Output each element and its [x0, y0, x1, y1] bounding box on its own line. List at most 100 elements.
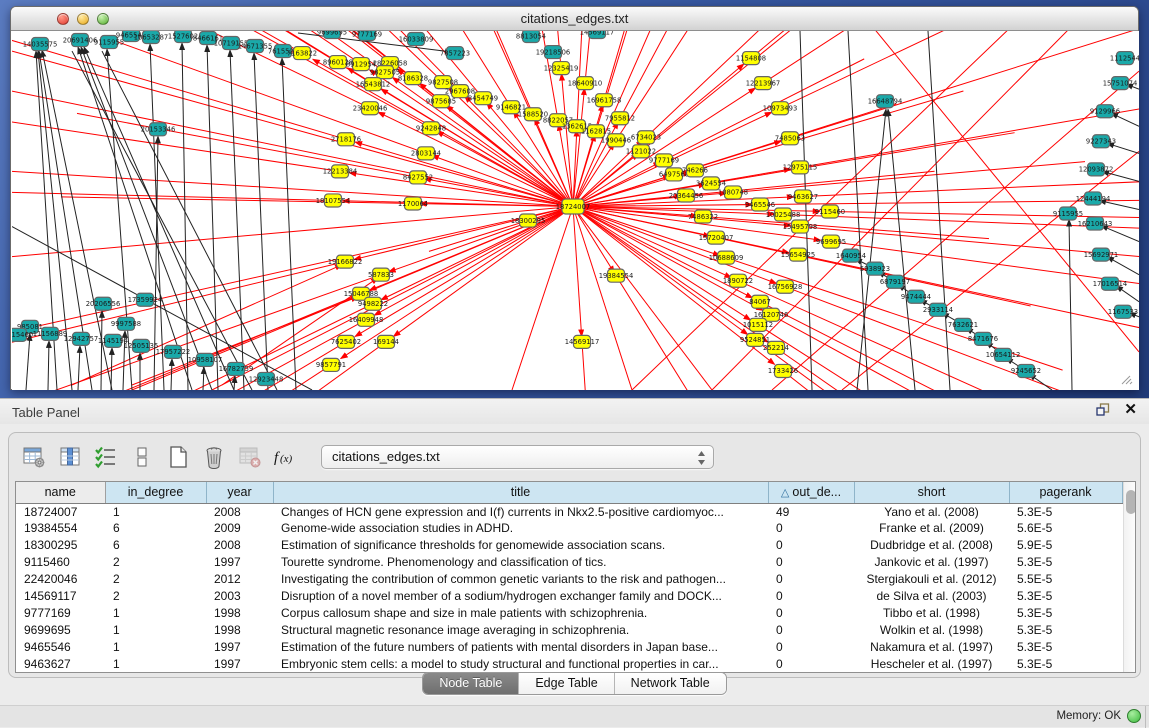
scrollbar-thumb[interactable] [1126, 490, 1136, 514]
cell-in_degree[interactable]: 6 [105, 520, 206, 537]
red-edge[interactable] [695, 91, 963, 170]
cell-title[interactable]: Estimation of significance thresholds fo… [273, 537, 768, 554]
cell-name[interactable]: 14569117 [16, 587, 105, 604]
cell-pagerank[interactable]: 5.3E-5 [1009, 554, 1122, 571]
black-edge[interactable] [111, 348, 112, 390]
table-row[interactable]: 946554611997Estimation of the future num… [16, 638, 1122, 655]
table-row[interactable]: 1830029562008Estimation of significance … [16, 537, 1122, 554]
table-selector-dropdown[interactable]: citations_edges.txt [321, 445, 714, 469]
cell-pagerank[interactable]: 5.3E-5 [1009, 587, 1122, 604]
cell-name[interactable]: 22420046 [16, 571, 105, 588]
cell-year[interactable]: 1997 [206, 638, 273, 655]
cell-title[interactable]: Disruption of a novel member of a sodium… [273, 587, 768, 604]
cell-name[interactable]: 18300295 [16, 537, 105, 554]
citation-network-graph[interactable]: 1403557520691406911595594655461065328715… [12, 31, 1139, 390]
cell-out_degree[interactable]: 0 [768, 554, 854, 571]
tab-network-table[interactable]: Network Table [615, 673, 726, 694]
cell-pagerank[interactable]: 5.3E-5 [1009, 638, 1122, 655]
cell-title[interactable]: Genome-wide association studies in ADHD. [273, 520, 768, 537]
red-edge[interactable] [573, 206, 582, 336]
red-edge[interactable] [751, 31, 1139, 58]
column-header-name[interactable]: name [16, 482, 105, 503]
cell-in_degree[interactable]: 2 [105, 571, 206, 588]
black-edge[interactable] [282, 58, 296, 390]
cell-year[interactable]: 2008 [206, 503, 273, 520]
red-edge[interactable] [341, 206, 573, 358]
cell-in_degree[interactable]: 2 [105, 587, 206, 604]
red-edge[interactable] [355, 142, 573, 206]
black-edge[interactable] [101, 311, 102, 390]
cell-year[interactable]: 1998 [206, 621, 273, 638]
cell-pagerank[interactable]: 5.9E-5 [1009, 537, 1122, 554]
canvas-resize-grip[interactable] [1122, 376, 1132, 384]
table-row[interactable]: 1456911722003Disruption of a novel membe… [16, 587, 1122, 604]
delete-icon[interactable] [199, 442, 229, 472]
red-edge[interactable] [711, 133, 1015, 184]
cell-pagerank[interactable]: 5.6E-5 [1009, 520, 1122, 537]
network-view-window[interactable]: citations_edges.txt 14035575206914069115… [10, 6, 1139, 390]
table-row[interactable]: 911546021997Tourette syndrome. Phenomeno… [16, 554, 1122, 571]
red-edge[interactable] [437, 131, 573, 206]
cell-year[interactable]: 2009 [206, 520, 273, 537]
cell-name[interactable]: 9699695 [16, 621, 105, 638]
red-edge[interactable] [780, 31, 1139, 108]
cell-title[interactable]: Investigating the contribution of common… [273, 571, 768, 588]
black-edge[interactable] [1107, 257, 1139, 275]
red-edge[interactable] [641, 31, 791, 151]
cell-year[interactable]: 1998 [206, 604, 273, 621]
cell-name[interactable]: 9777169 [16, 604, 105, 621]
red-edge[interactable] [12, 94, 340, 171]
cell-pagerank[interactable]: 5.3E-5 [1009, 655, 1122, 672]
cell-in_degree[interactable]: 2 [105, 554, 206, 571]
red-edge[interactable] [776, 348, 1139, 390]
cell-short[interactable]: Stergiakouli et al. (2012) [854, 571, 1009, 588]
black-edge[interactable] [1069, 220, 1072, 390]
red-edge[interactable] [703, 217, 989, 239]
black-edge[interactable] [12, 227, 312, 390]
table-row[interactable]: 969969511998Structural magnetic resonanc… [16, 621, 1122, 638]
cell-out_degree[interactable]: 0 [768, 604, 854, 621]
table-settings-icon[interactable] [19, 442, 49, 472]
cell-pagerank[interactable]: 5.3E-5 [1009, 604, 1122, 621]
column-header-title[interactable]: title [273, 482, 768, 503]
cell-short[interactable]: de Silva et al. (2003) [854, 587, 1009, 604]
unselect-all-icon[interactable] [127, 442, 157, 472]
node-table-grid[interactable]: namein_degreeyeartitle△ out_de...shortpa… [16, 482, 1123, 672]
cell-short[interactable]: Jankovic et al. (1997) [854, 554, 1009, 571]
red-edge[interactable] [512, 206, 573, 390]
new-document-icon[interactable] [163, 442, 193, 472]
black-edge[interactable] [848, 31, 868, 390]
column-header-short[interactable]: short [854, 482, 1009, 503]
red-edge[interactable] [582, 342, 602, 390]
black-edge[interactable] [78, 346, 80, 390]
cell-in_degree[interactable]: 1 [105, 503, 206, 520]
select-all-icon[interactable] [91, 442, 121, 472]
table-row[interactable]: 977716911998Corpus callosum shape and si… [16, 604, 1122, 621]
cell-year[interactable]: 2008 [206, 537, 273, 554]
cell-out_degree[interactable]: 0 [768, 520, 854, 537]
black-edge[interactable] [254, 53, 268, 390]
cell-name[interactable]: 18724007 [16, 503, 105, 520]
cell-short[interactable]: Nakamura et al. (1997) [854, 638, 1009, 655]
table-row[interactable]: 2242004622012Investigating the contribut… [16, 571, 1122, 588]
cell-in_degree[interactable]: 1 [105, 621, 206, 638]
table-row[interactable]: 1938455462009Genome-wide association stu… [16, 520, 1122, 537]
red-edge[interactable] [772, 71, 1139, 390]
red-edge[interactable] [616, 31, 711, 140]
cell-title[interactable]: Corpus callosum shape and size in male p… [273, 604, 768, 621]
red-edge[interactable] [604, 31, 672, 100]
show-columns-icon[interactable] [55, 442, 85, 472]
table-row[interactable]: 1872400712008Changes of HCN gene express… [16, 503, 1122, 520]
tab-edge-table[interactable]: Edge Table [519, 673, 614, 694]
black-edge[interactable] [1116, 286, 1139, 302]
black-edge[interactable] [928, 31, 950, 390]
cell-title[interactable]: Estimation of the future numbers of pati… [273, 638, 768, 655]
cell-pagerank[interactable]: 5.3E-5 [1009, 503, 1122, 520]
cell-out_degree[interactable]: 0 [768, 655, 854, 672]
cell-in_degree[interactable]: 1 [105, 604, 206, 621]
cell-year[interactable]: 2003 [206, 587, 273, 604]
cell-short[interactable]: Yano et al. (2008) [854, 503, 1009, 520]
cell-in_degree[interactable]: 1 [105, 655, 206, 672]
cell-out_degree[interactable]: 0 [768, 537, 854, 554]
black-edge[interactable] [234, 376, 235, 390]
